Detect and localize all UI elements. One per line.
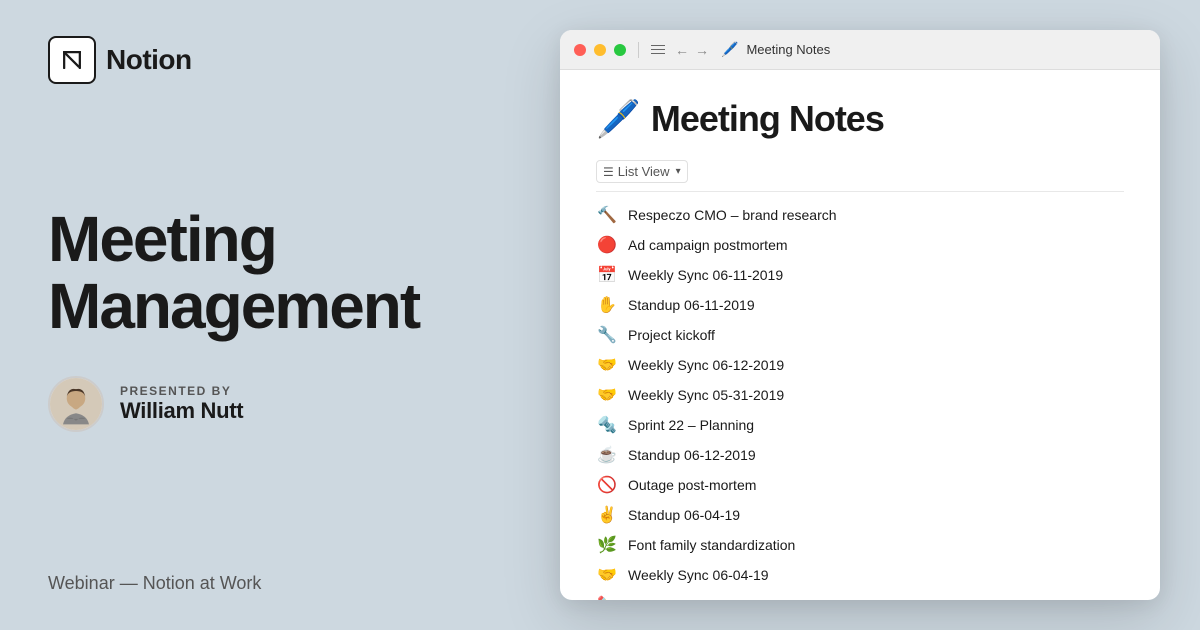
meeting-name: Weekly Sync 05-31-2019 bbox=[628, 387, 784, 403]
meeting-name: Standup 06-11-2019 bbox=[628, 297, 755, 313]
browser-window: ← → 🖊️ Meeting Notes 🖊️ Meeting Notes ☰ … bbox=[560, 30, 1160, 600]
nav-forward-icon[interactable]: → bbox=[695, 42, 709, 58]
page-title: Meeting Notes bbox=[651, 98, 884, 140]
meeting-emoji: 🚫 bbox=[596, 475, 618, 495]
list-view-selector[interactable]: ☰ List View ▾ bbox=[596, 160, 688, 183]
meeting-emoji: 📅 bbox=[596, 265, 618, 285]
main-title: Meeting Management bbox=[48, 206, 512, 340]
meeting-name: Respeczo CMO – brand research bbox=[628, 207, 837, 223]
left-content: Meeting Management bbox=[48, 84, 512, 594]
meeting-name: Weekly Sync 06-11-2019 bbox=[628, 267, 783, 283]
meeting-emoji: 🔨 bbox=[596, 205, 618, 225]
titlebar-emoji-icon: 🖊️ bbox=[721, 41, 738, 58]
presenter-info: PRESENTED BY William Nutt bbox=[120, 384, 243, 424]
presenter-section: PRESENTED BY William Nutt bbox=[48, 376, 512, 432]
meeting-item[interactable]: ✋ Standup 06-11-2019 bbox=[596, 290, 1124, 320]
presented-by-label: PRESENTED BY bbox=[120, 384, 243, 398]
titlebar-divider bbox=[638, 42, 639, 58]
meeting-emoji: ✋ bbox=[596, 295, 618, 315]
meeting-name: Sprint 22 – Planning bbox=[628, 417, 754, 433]
meeting-emoji: ☕ bbox=[596, 445, 618, 465]
meeting-name: Project kickoff bbox=[628, 327, 715, 343]
meeting-name: Weekly Sync 06-12-2019 bbox=[628, 357, 784, 373]
meeting-name: Font family standardization bbox=[628, 537, 795, 553]
meeting-item[interactable]: 🔧 Project kickoff bbox=[596, 320, 1124, 350]
notion-logo-text: Notion bbox=[106, 44, 192, 76]
meeting-name: Weekly Sync 06-04-19 bbox=[628, 567, 769, 583]
meeting-emoji: 🤝 bbox=[596, 565, 618, 585]
meeting-item[interactable]: 🔴 Ad campaign postmortem bbox=[596, 230, 1124, 260]
meeting-emoji: 🌿 bbox=[596, 535, 618, 555]
meeting-item[interactable]: ✌️ Standup 06-04-19 bbox=[596, 500, 1124, 530]
meeting-emoji: 🔩 bbox=[596, 415, 618, 435]
meeting-name: Standup 06-04-19 bbox=[628, 507, 740, 523]
list-view-chevron: ▾ bbox=[676, 166, 681, 177]
page-emoji: 🖊️ bbox=[596, 98, 641, 140]
meeting-item[interactable]: 🚫 Outage post-mortem bbox=[596, 470, 1124, 500]
meeting-emoji: 🤝 bbox=[596, 385, 618, 405]
meeting-emoji: 🔴 bbox=[596, 235, 618, 255]
nav-back-icon[interactable]: ← bbox=[675, 42, 689, 58]
page-title-row: 🖊️ Meeting Notes bbox=[596, 98, 1124, 140]
list-divider bbox=[596, 191, 1124, 192]
list-view-label: List View bbox=[618, 164, 670, 179]
meeting-name: Outage post-mortem bbox=[628, 477, 756, 493]
nav-arrows: ← → bbox=[675, 42, 709, 58]
left-panel: Notion Meeting Management bbox=[0, 0, 560, 630]
meeting-item[interactable]: 📅 Weekly Sync 06-11-2019 bbox=[596, 260, 1124, 290]
notion-logo: Notion bbox=[48, 36, 512, 84]
meeting-emoji: ✌️ bbox=[596, 505, 618, 525]
browser-titlebar: ← → 🖊️ Meeting Notes bbox=[560, 30, 1160, 70]
meeting-item[interactable]: 🤝 Weekly Sync 06-12-2019 bbox=[596, 350, 1124, 380]
meeting-item[interactable]: 🔨 Respeczo CMO – brand research bbox=[596, 200, 1124, 230]
traffic-light-red[interactable] bbox=[574, 44, 586, 56]
meeting-item[interactable]: ✏️ Quarterly Offsite Prep bbox=[596, 590, 1124, 600]
meeting-item[interactable]: 🤝 Weekly Sync 05-31-2019 bbox=[596, 380, 1124, 410]
meeting-item[interactable]: 🤝 Weekly Sync 06-04-19 bbox=[596, 560, 1124, 590]
meeting-name: Quarterly Offsite Prep bbox=[628, 597, 763, 600]
notion-logo-icon bbox=[48, 36, 96, 84]
browser-content: 🖊️ Meeting Notes ☰ List View ▾ 🔨 Respecz… bbox=[560, 70, 1160, 600]
meeting-item[interactable]: 🔩 Sprint 22 – Planning bbox=[596, 410, 1124, 440]
meeting-item[interactable]: ☕ Standup 06-12-2019 bbox=[596, 440, 1124, 470]
meeting-emoji: 🔧 bbox=[596, 325, 618, 345]
list-view-icon: ☰ bbox=[603, 165, 614, 179]
webinar-label: Webinar — Notion at Work bbox=[48, 573, 261, 594]
meeting-emoji: ✏️ bbox=[596, 595, 618, 600]
traffic-light-green[interactable] bbox=[614, 44, 626, 56]
hamburger-icon[interactable] bbox=[651, 45, 665, 55]
titlebar-title: Meeting Notes bbox=[746, 42, 830, 57]
meeting-list: 🔨 Respeczo CMO – brand research 🔴 Ad cam… bbox=[596, 200, 1124, 600]
avatar bbox=[48, 376, 104, 432]
meeting-item[interactable]: 🌿 Font family standardization bbox=[596, 530, 1124, 560]
meeting-emoji: 🤝 bbox=[596, 355, 618, 375]
meeting-name: Standup 06-12-2019 bbox=[628, 447, 756, 463]
meeting-name: Ad campaign postmortem bbox=[628, 237, 788, 253]
traffic-light-yellow[interactable] bbox=[594, 44, 606, 56]
presenter-name: William Nutt bbox=[120, 398, 243, 424]
